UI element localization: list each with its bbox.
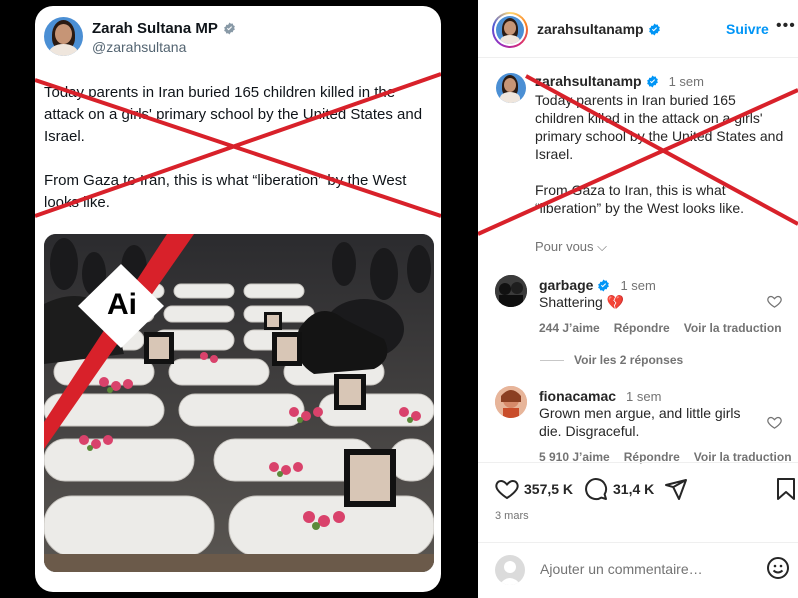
for-you-toggle[interactable]: Pour vous ⌵ (535, 239, 607, 255)
instagram-post-panel: zarahsultanamp Suivre ••• zarahsultanamp… (478, 0, 798, 598)
comment-text: Shattering 💔 (539, 294, 625, 310)
comment-like-heart-icon[interactable] (767, 415, 782, 430)
header-username-text[interactable]: zarahsultanamp (537, 21, 644, 37)
replies-divider (540, 359, 564, 361)
view-replies-label[interactable]: Voir les 2 réponses (574, 353, 683, 367)
tweet-card: Zarah Sultana MP @zarahsultana Today par… (35, 6, 441, 592)
tweet-author-name: Zarah Sultana MP (92, 20, 236, 37)
caption-time: 1 sem (668, 73, 704, 89)
verified-badge-icon (223, 22, 235, 35)
tweet-author-name-text: Zarah Sultana MP (92, 20, 218, 37)
tweet-screenshot-panel: Zarah Sultana MP @zarahsultana Today par… (0, 0, 478, 598)
comment-text: Grown men argue, and little girls die. D… (539, 405, 741, 439)
comment-avatar-fionacamac[interactable] (495, 386, 527, 418)
post-header: zarahsultanamp Suivre ••• (478, 0, 798, 58)
caption-username-text[interactable]: zarahsultanamp (535, 73, 642, 89)
comment-bubble-icon[interactable] (584, 477, 608, 501)
comment-username-text[interactable]: garbage (539, 277, 593, 293)
follow-button[interactable]: Suivre (726, 21, 769, 37)
header-username[interactable]: zarahsultanamp (537, 21, 661, 37)
verified-badge-icon (598, 279, 610, 291)
view-replies-button[interactable]: Voir les 2 réponses (540, 353, 683, 367)
caption-text: Today parents in Iran buried 165 childre… (535, 92, 784, 216)
emoji-icon[interactable] (766, 556, 790, 580)
ai-badge-label: Ai (107, 288, 137, 321)
comment-username-text[interactable]: fionacamac (539, 388, 616, 404)
comment-time: 1 sem (626, 388, 662, 404)
comment-username[interactable]: garbage 1 sem (539, 277, 656, 293)
tweet-photo: Ai (44, 234, 434, 572)
story-ring[interactable] (492, 12, 528, 48)
likes-count[interactable]: 357,5 K (524, 481, 573, 497)
comment-likes[interactable]: 244 J’aime (539, 321, 600, 335)
comment-username[interactable]: fionacamac 1 sem (539, 388, 661, 404)
tweet-avatar (44, 17, 83, 56)
caption-avatar[interactable] (496, 73, 526, 103)
comment-avatar-garbage[interactable] (495, 275, 527, 307)
post-date: 3 mars (495, 510, 529, 522)
composer-avatar (495, 555, 525, 585)
verified-badge-icon (648, 23, 660, 35)
comment-input[interactable]: Ajouter un commentaire… (540, 561, 703, 577)
funeral-photo-image (44, 234, 434, 572)
tweet-handle: @zarahsultana (92, 39, 187, 55)
comments-count[interactable]: 31,4 K (613, 481, 654, 497)
comment-meta: 244 J’aime Répondre Voir la traduction (539, 321, 782, 335)
save-bookmark-icon[interactable] (774, 477, 798, 501)
reply-button[interactable]: Répondre (614, 321, 670, 335)
caption-username[interactable]: zarahsultanamp 1 sem (535, 73, 704, 89)
comment-time: 1 sem (620, 277, 656, 293)
verified-badge-icon (646, 75, 658, 87)
comment-like-heart-icon[interactable] (767, 294, 782, 309)
post-actions-bar (478, 462, 798, 542)
share-paper-plane-icon[interactable] (664, 477, 688, 501)
translate-button[interactable]: Voir la traduction (684, 321, 782, 335)
like-heart-icon[interactable] (495, 477, 519, 501)
more-options-icon[interactable]: ••• (776, 17, 796, 35)
tweet-text: Today parents in Iran buried 165 childre… (44, 84, 423, 211)
header-avatar (496, 16, 524, 44)
